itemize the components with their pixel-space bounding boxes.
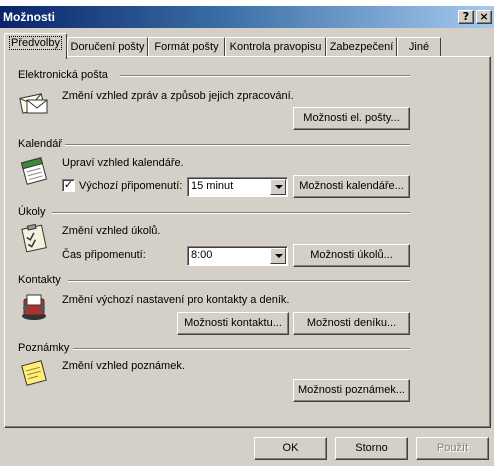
preferences-panel: Elektronická pošta Změní vzhled zpráv a … <box>4 56 491 428</box>
notes-options-button[interactable]: Možnosti poznámek... <box>293 379 410 402</box>
title-bar[interactable]: Možnosti ? × <box>0 6 494 28</box>
notes-description: Změní vzhled poznámek. <box>62 360 185 372</box>
tab-predvolby[interactable]: Předvolby <box>4 33 67 59</box>
journal-options-button[interactable]: Možnosti deníku... <box>293 312 410 335</box>
cancel-button[interactable]: Storno <box>335 437 408 460</box>
contacts-description: Změní výchozí nastavení pro kontakty a d… <box>62 294 290 306</box>
calendar-description: Upraví vzhled kalendáře. <box>62 157 184 169</box>
reminder-time-select[interactable]: 8:00 <box>187 246 288 266</box>
tasks-description: Změní vzhled úkolů. <box>62 225 161 237</box>
contacts-group-separator <box>68 280 410 282</box>
calendar-icon <box>20 157 48 185</box>
tab-strip: Předvolby Doručení pošty Formát pošty Ko… <box>0 33 494 59</box>
mail-envelope-icon <box>19 93 48 114</box>
email-options-button[interactable]: Možnosti el. pošty... <box>293 107 410 130</box>
contacts-group-label: Kontakty <box>18 274 61 286</box>
email-description: Změní vzhled zpráv a způsob jejich zprac… <box>62 90 294 102</box>
tab-doruceni-posty[interactable]: Doručení pošty <box>67 37 148 57</box>
ok-button[interactable]: OK <box>254 437 327 460</box>
task-clipboard-icon <box>21 223 47 253</box>
tab-kontrola-pravopisu[interactable]: Kontrola pravopisu <box>225 37 326 57</box>
window-title: Možnosti <box>3 10 55 24</box>
calendar-options-button[interactable]: Možnosti kalendáře... <box>293 175 410 198</box>
default-reminder-value: 15 minut <box>191 180 234 192</box>
calendar-group-label: Kalendář <box>18 138 63 150</box>
tasks-group-label: Úkoly <box>18 206 46 218</box>
tab-jine[interactable]: Jiné <box>397 37 441 57</box>
sticky-note-icon <box>21 360 47 386</box>
email-group-separator <box>120 75 410 77</box>
notes-group-separator <box>73 348 410 350</box>
close-button[interactable]: × <box>476 10 492 24</box>
email-group-label: Elektronická pošta <box>18 69 108 81</box>
tab-zabezpeceni[interactable]: Zabezpečení <box>326 37 397 57</box>
reminder-time-label: Čas připomenutí: <box>62 249 146 261</box>
chevron-down-icon[interactable] <box>270 179 286 195</box>
calendar-group-separator <box>65 144 410 146</box>
contact-options-button[interactable]: Možnosti kontaktu... <box>177 312 289 335</box>
default-reminder-checkbox[interactable]: ✓ <box>62 179 75 192</box>
tasks-group-separator <box>52 212 410 214</box>
tab-format-posty[interactable]: Formát pošty <box>148 37 225 57</box>
rolodex-icon <box>22 294 46 320</box>
tasks-options-button[interactable]: Možnosti úkolů... <box>293 244 410 267</box>
apply-button[interactable]: Použít <box>416 437 489 460</box>
default-reminder-label: Výchozí připomenutí: <box>79 180 183 192</box>
default-reminder-select[interactable]: 15 minut <box>187 177 288 197</box>
chevron-down-icon[interactable] <box>270 248 286 264</box>
notes-group-label: Poznámky <box>18 342 70 354</box>
reminder-time-value: 8:00 <box>191 249 213 261</box>
help-button[interactable]: ? <box>458 10 474 24</box>
